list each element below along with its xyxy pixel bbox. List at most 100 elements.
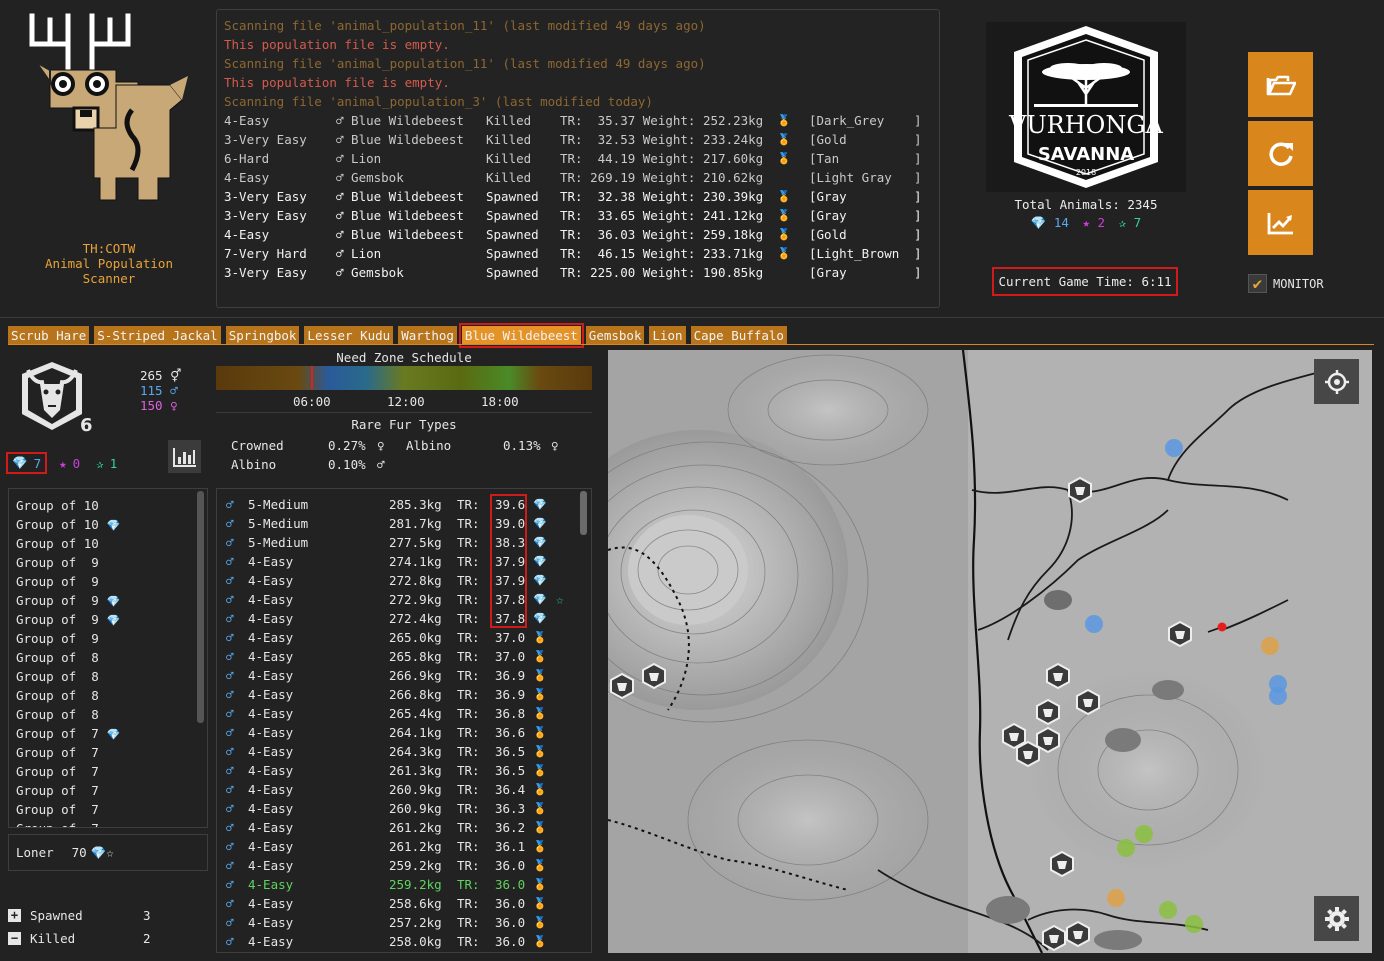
log-cell: Scanning file 'animal_population_11' (la…	[224, 18, 706, 33]
need-zone-dot[interactable]	[1165, 439, 1183, 457]
log-cell: ♂ Blue Wildebeest	[336, 208, 464, 223]
herd-icon[interactable]	[1042, 924, 1066, 952]
group-item[interactable]: Group of 7	[16, 819, 207, 827]
map-center-button[interactable]	[1314, 359, 1359, 404]
animal-weight: 259.2kg	[389, 858, 442, 873]
refresh-button[interactable]	[1248, 121, 1313, 186]
animal-weight: 281.7kg	[389, 516, 442, 531]
tab-gemsbok[interactable]: Gemsbok	[585, 326, 645, 345]
herd-icon[interactable]	[1168, 620, 1192, 648]
animal-row[interactable]: ♂ 4-Easy 261.2kg TR: 36.2 🏅	[217, 818, 591, 837]
animal-row[interactable]: ♂ 5-Medium 281.7kg TR: 39.0 💎	[217, 514, 591, 533]
animal-row[interactable]: ♂ 4-Easy 258.6kg TR: 36.0 🏅	[217, 894, 591, 913]
group-item[interactable]: Group of 7	[16, 800, 207, 819]
animal-row[interactable]: ♂ 4-Easy 274.1kg TR: 37.9 💎	[217, 552, 591, 571]
animal-row[interactable]: ♂ 4-Easy 265.8kg TR: 37.0 🏅	[217, 647, 591, 666]
group-item[interactable]: Group of 7	[16, 781, 207, 800]
need-zone-dot[interactable]	[1117, 839, 1135, 857]
need-zone-dot[interactable]	[1107, 889, 1125, 907]
log-cell: This population file is empty.	[224, 75, 450, 90]
group-item[interactable]: Group of 7 💎	[16, 724, 207, 743]
animal-level: 4-Easy	[248, 858, 294, 873]
animal-row[interactable]: ♂ 4-Easy 259.2kg TR: 36.0 🏅	[217, 875, 591, 894]
animal-row[interactable]: ♂ 4-Easy 264.3kg TR: 36.5 🏅	[217, 742, 591, 761]
herd-icon[interactable]	[610, 672, 634, 700]
tab-springbok[interactable]: Springbok	[225, 326, 300, 345]
group-list-scrollbar[interactable]	[197, 491, 204, 723]
animal-row[interactable]: ♂ 4-Easy 264.1kg TR: 36.6 🏅	[217, 723, 591, 742]
group-item[interactable]: Group of 9	[16, 629, 207, 648]
herd-icon[interactable]	[1046, 662, 1070, 690]
animal-row[interactable]: ♂ 4-Easy 272.9kg TR: 37.8 💎 ☆	[217, 590, 591, 609]
herd-icon[interactable]	[1066, 920, 1090, 948]
animal-weight: 265.4kg	[389, 706, 442, 721]
monitor-checkbox[interactable]: ✔	[1248, 274, 1267, 293]
tab-blue-wildebeest[interactable]: Blue Wildebeest	[458, 323, 584, 348]
animal-row[interactable]: ♂ 4-Easy 257.2kg TR: 36.0 🏅	[217, 913, 591, 932]
monitor-toggle[interactable]: ✔ MONITOR	[1248, 274, 1324, 293]
group-item[interactable]: Group of 10	[16, 534, 207, 553]
animal-row[interactable]: ♂ 5-Medium 277.5kg TR: 38.3 💎	[217, 533, 591, 552]
tab-cape-buffalo[interactable]: Cape Buffalo	[690, 326, 787, 345]
animal-row[interactable]: ♂ 4-Easy 272.4kg TR: 37.8 💎	[217, 609, 591, 628]
animal-row[interactable]: ♂ 4-Easy 266.8kg TR: 36.9 🏅	[217, 685, 591, 704]
group-list[interactable]: Group of 10 Group of 10 💎 Group of 10 Group …	[8, 488, 208, 828]
open-folder-button[interactable]	[1248, 52, 1313, 117]
need-zone-dot[interactable]	[1261, 637, 1279, 655]
group-item[interactable]: Group of 9	[16, 572, 207, 591]
herd-icon[interactable]	[1076, 688, 1100, 716]
animal-row[interactable]: ♂ 4-Easy 261.3kg TR: 36.5 🏅	[217, 761, 591, 780]
group-item[interactable]: Group of 8	[16, 686, 207, 705]
herd-icon[interactable]	[1050, 850, 1074, 878]
legend-killed[interactable]: − Killed 2	[8, 927, 168, 950]
reserve-map[interactable]	[608, 350, 1372, 953]
animal-row[interactable]: ♂ 4-Easy 260.9kg TR: 36.3 🏅	[217, 799, 591, 818]
tab-warthog[interactable]: Warthog	[398, 326, 457, 345]
group-item[interactable]: Group of 8	[16, 667, 207, 686]
animal-row[interactable]: ♂ 4-Easy 265.0kg TR: 37.0 🏅	[217, 628, 591, 647]
tab-scrub-hare[interactable]: Scrub Hare	[8, 326, 90, 345]
animal-row[interactable]: ♂ 4-Easy 258.0kg TR: 36.0 🏅	[217, 932, 591, 951]
need-zone-dot[interactable]	[1085, 615, 1103, 633]
animal-row[interactable]: ♂ 5-Medium 285.3kg TR: 39.6 💎	[217, 495, 591, 514]
group-item[interactable]: Group of 9	[16, 553, 207, 572]
animal-row[interactable]: ♂ 4-Easy 260.9kg TR: 36.4 🏅	[217, 780, 591, 799]
herd-icon[interactable]	[1016, 740, 1040, 768]
group-item[interactable]: Group of 8	[16, 705, 207, 724]
tab-lion[interactable]: Lion	[649, 326, 686, 345]
group-item[interactable]: Group of 9 💎	[16, 610, 207, 629]
map-settings-button[interactable]	[1314, 896, 1359, 941]
tab-lesser-kudu[interactable]: Lesser Kudu	[304, 326, 394, 345]
animal-row[interactable]: ♂ 4-Easy 261.2kg TR: 36.1 🏅	[217, 837, 591, 856]
herd-icon[interactable]	[642, 662, 666, 690]
group-item[interactable]: Group of 9 💎	[16, 591, 207, 610]
tab-s-striped-jackal[interactable]: S-Striped Jackal	[94, 326, 221, 345]
need-zone-dot[interactable]	[1269, 687, 1287, 705]
species-chart-button[interactable]	[168, 440, 201, 473]
need-zone-dot[interactable]	[1159, 901, 1177, 919]
group-item[interactable]: Group of 10	[16, 496, 207, 515]
need-zone-dot[interactable]	[1135, 825, 1153, 843]
log-cell: Spawned	[486, 246, 539, 261]
animal-table-scrollbar[interactable]	[580, 491, 587, 535]
herd-icon[interactable]	[1068, 476, 1092, 504]
animal-weight: 277.5kg	[389, 535, 442, 550]
herd-icon[interactable]	[1036, 726, 1060, 754]
herd-icon[interactable]	[1036, 698, 1060, 726]
diamond-icon: 💎	[533, 574, 547, 587]
group-label: Group of 8	[16, 669, 99, 684]
need-zone-dot[interactable]	[1185, 915, 1203, 933]
animal-table[interactable]: ♂ 5-Medium 285.3kg TR: 39.6 💎 ♂ 5-Medium 281.7kg…	[216, 488, 592, 953]
legend-spawned[interactable]: + Spawned 3	[8, 904, 168, 927]
log-cell: Spawned	[486, 208, 539, 223]
group-item[interactable]: Group of 8	[16, 648, 207, 667]
animal-row[interactable]: ♂ 4-Easy 266.9kg TR: 36.9 🏅	[217, 666, 591, 685]
group-item[interactable]: Group of 7	[16, 743, 207, 762]
group-item[interactable]: Group of 7	[16, 762, 207, 781]
animal-row[interactable]: ♂ 4-Easy 265.4kg TR: 36.8 🏅	[217, 704, 591, 723]
animal-row[interactable]: ♂ 4-Easy 272.8kg TR: 37.9 💎	[217, 571, 591, 590]
group-item[interactable]: Group of 10 💎	[16, 515, 207, 534]
animal-row[interactable]: ♂ 4-Easy 259.2kg TR: 36.0 🏅	[217, 856, 591, 875]
statistics-button[interactable]	[1248, 190, 1313, 255]
loner-row[interactable]: Loner 70 💎☆	[8, 834, 208, 871]
